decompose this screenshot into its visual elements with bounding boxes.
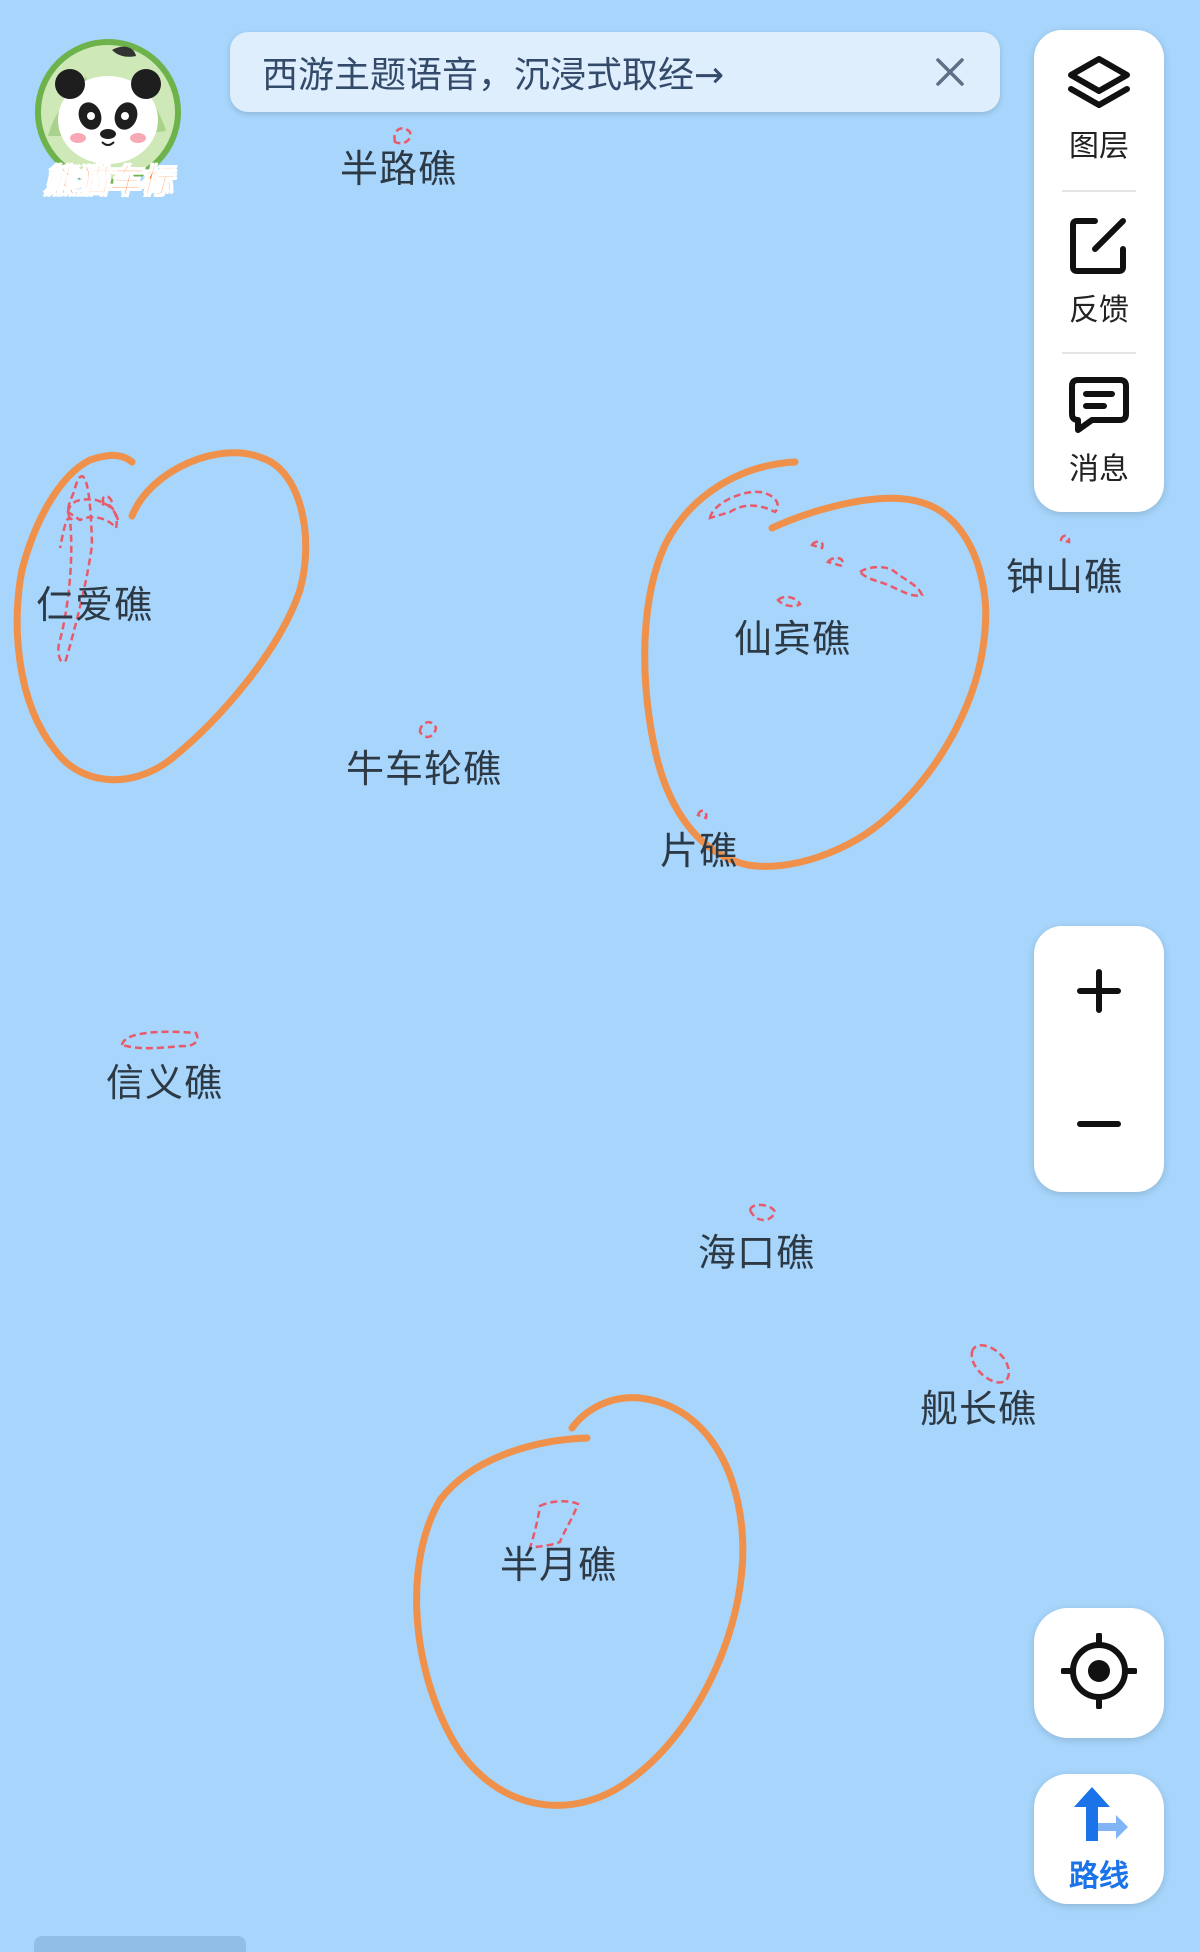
reef-label-jianzhang[interactable]: 舰长礁: [920, 1378, 1037, 1433]
reef-label-niucheluen[interactable]: 牛车轮礁: [346, 738, 502, 793]
reef-outline-niucheluen: [418, 720, 438, 739]
layers-icon: [1067, 55, 1131, 115]
reef-label-renai[interactable]: 仁爱礁: [36, 574, 153, 629]
reef-outline-xianbin-3: [776, 595, 802, 608]
minus-icon: [1076, 1101, 1122, 1151]
reef-label-haikou[interactable]: 海口礁: [698, 1222, 815, 1277]
zoom-in-button[interactable]: [1034, 926, 1164, 1059]
reef-label-xianbin[interactable]: 仙宾礁: [734, 608, 851, 663]
locate-button[interactable]: [1034, 1608, 1164, 1738]
feedback-label: 反馈: [1069, 293, 1129, 328]
banner-text[interactable]: 西游主题语音，沉浸式取经→: [262, 46, 920, 98]
reef-outline-renai-2: [66, 498, 119, 531]
watermark-strip: [34, 1936, 246, 1952]
panda-logo[interactable]: 熊猫车标: [26, 36, 190, 201]
plus-icon: [1076, 968, 1122, 1018]
close-icon[interactable]: [920, 42, 980, 102]
route-label: 路线: [1069, 1859, 1129, 1894]
route-arrow-icon: [1068, 1783, 1130, 1849]
route-button[interactable]: 路线: [1034, 1774, 1164, 1904]
feedback-button[interactable]: 反馈: [1034, 192, 1164, 352]
feedback-edit-icon: [1069, 215, 1129, 279]
reef-outline-jianzhang: [970, 1344, 1011, 1384]
layers-button[interactable]: 图层: [1034, 30, 1164, 190]
reef-label-zhongshan[interactable]: 钟山礁: [1006, 546, 1123, 601]
reef-outline-zhongshan: [1059, 534, 1071, 544]
reef-outline-pian: [696, 809, 708, 820]
reef-label-banlu[interactable]: 半路礁: [340, 138, 457, 193]
zoom-out-button[interactable]: [1034, 1059, 1164, 1192]
reef-outline-xinyi: [120, 1030, 199, 1050]
reef-label-pian[interactable]: 片礁: [660, 820, 738, 875]
annotation-circle-xianbin: [641, 458, 990, 870]
annotation-circle-banyue: [413, 1394, 747, 1809]
locate-icon: [1060, 1632, 1138, 1713]
message-button[interactable]: 消息: [1034, 352, 1164, 512]
panda-logo-text: 熊猫车标: [43, 162, 172, 201]
message-icon: [1068, 376, 1130, 438]
reef-outline-renai: [57, 474, 120, 664]
reef-label-xinyi[interactable]: 信义礁: [106, 1052, 223, 1107]
map-overlay: [13, 127, 1071, 1809]
layers-label: 图层: [1069, 129, 1129, 164]
reef-outline-xianbin-1: [708, 490, 779, 520]
reef-outline-haikou: [748, 1203, 777, 1222]
message-label: 消息: [1069, 452, 1129, 487]
zoom-controls: [1034, 926, 1164, 1192]
voice-promo-banner[interactable]: 西游主题语音，沉浸式取经→: [230, 32, 1000, 112]
reef-label-banyue[interactable]: 半月礁: [500, 1534, 617, 1589]
map-tool-panel: 图层 反馈 消息: [1034, 30, 1164, 512]
reef-outline-xianbin-2: [810, 540, 924, 597]
map-canvas[interactable]: 半路礁 仁爱礁 仙宾礁 钟山礁 牛车轮礁 片礁 信义礁 海口礁 舰长礁 半月礁: [0, 0, 1200, 1952]
